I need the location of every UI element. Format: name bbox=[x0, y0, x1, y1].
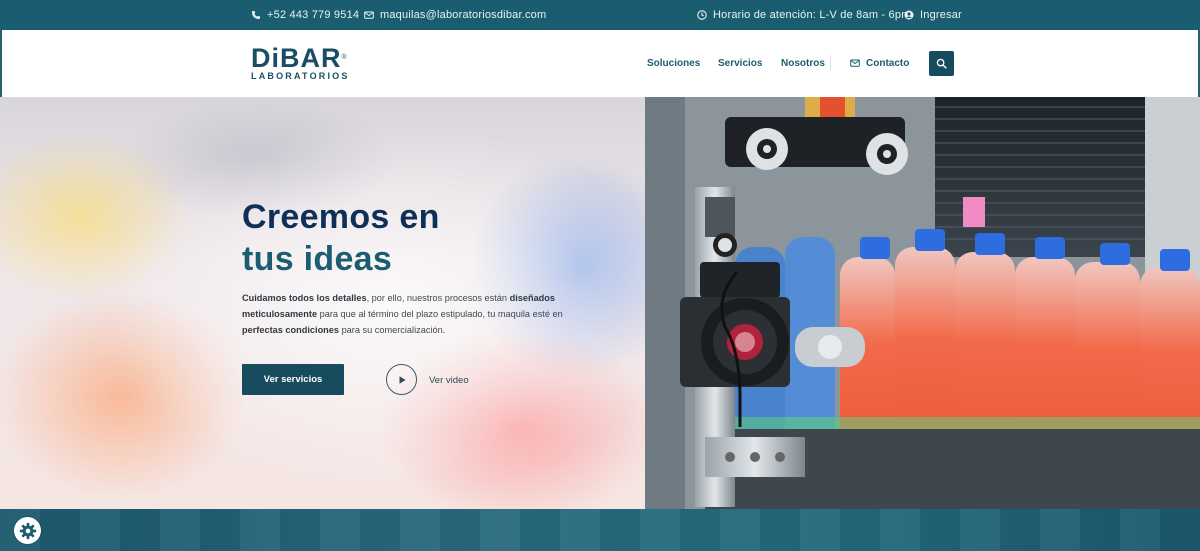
login-link[interactable]: Ingresar bbox=[904, 0, 962, 30]
ver-video-link[interactable]: Ver video bbox=[429, 375, 469, 386]
business-hours: Horario de atención: L-V de 8am - 6pm bbox=[697, 0, 911, 30]
phone-number: +52 443 779 9514 bbox=[267, 9, 360, 21]
hero-section: Creemos en tus ideas Cuidamos todos los … bbox=[0, 97, 1200, 509]
hero-machine-photo bbox=[645, 97, 1200, 509]
phone-link[interactable]: +52 443 779 9514 bbox=[251, 0, 359, 30]
next-section-preview bbox=[0, 509, 1200, 551]
ver-servicios-button[interactable]: Ver servicios bbox=[242, 364, 344, 395]
hero-title-line2: tus ideas bbox=[242, 240, 393, 278]
search-icon bbox=[936, 58, 947, 69]
hero-text-2: para que al término del plazo estipulado… bbox=[317, 309, 563, 319]
nav-item-nosotros[interactable]: Nosotros bbox=[781, 52, 825, 74]
bottling-line-illustration bbox=[645, 97, 1200, 509]
play-icon bbox=[399, 375, 405, 384]
mail-icon bbox=[364, 11, 374, 19]
main-header bbox=[0, 30, 1200, 97]
play-video-button[interactable] bbox=[386, 364, 417, 395]
contacto-label: Contacto bbox=[866, 57, 910, 69]
hours-text: Horario de atención: L-V de 8am - 6pm bbox=[713, 9, 911, 21]
hero-title: Creemos en tus ideas bbox=[242, 196, 440, 280]
hero-text-bold-3: perfectas condiciones bbox=[242, 325, 340, 335]
nav-item-contacto[interactable]: Contacto bbox=[850, 52, 909, 74]
logo[interactable]: DiBAR® LABORATORIOS bbox=[251, 43, 350, 82]
nav-item-soluciones[interactable]: Soluciones bbox=[647, 52, 700, 74]
hero-text-1: , por ello, nuestros procesos están bbox=[366, 293, 510, 303]
clock-icon bbox=[697, 10, 707, 20]
search-button[interactable] bbox=[929, 51, 954, 76]
hero-text-3: para su comercialización. bbox=[339, 325, 446, 335]
email-link[interactable]: maquilas@laboratoriosdibar.com bbox=[364, 0, 546, 30]
top-bar: +52 443 779 9514 maquilas@laboratoriosdi… bbox=[0, 0, 1200, 30]
hero-text-bold-1: Cuidamos todos los detalles bbox=[242, 293, 367, 303]
hero-title-line1: Creemos en bbox=[242, 198, 440, 236]
user-icon bbox=[904, 10, 914, 20]
mail-icon bbox=[850, 59, 860, 67]
logo-wordmark: DiBAR® bbox=[251, 43, 348, 73]
email-address: maquilas@laboratoriosdibar.com bbox=[380, 9, 547, 21]
hero-description: Cuidamos todos los detalles, por ello, n… bbox=[242, 290, 572, 338]
logo-subtitle: LABORATORIOS bbox=[251, 71, 350, 81]
login-label: Ingresar bbox=[920, 9, 962, 21]
nav-divider bbox=[830, 55, 831, 71]
gear-icon bbox=[19, 522, 36, 539]
phone-icon bbox=[252, 11, 260, 19]
nav-item-servicios[interactable]: Servicios bbox=[718, 52, 762, 74]
cookie-settings-button[interactable] bbox=[14, 517, 41, 544]
